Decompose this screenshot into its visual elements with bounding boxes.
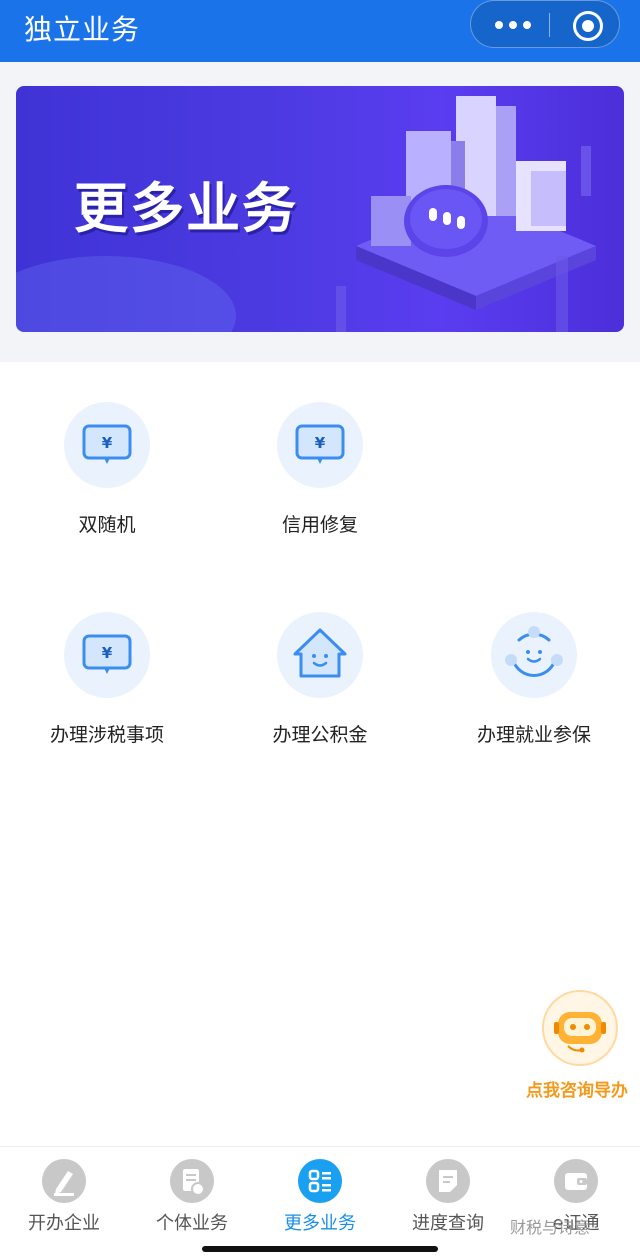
grid-item-employment-insurance[interactable]: 办理就业参保 [427, 610, 640, 760]
wallet-icon [554, 1159, 598, 1203]
tab-progress-query[interactable]: 进度查询 [384, 1159, 512, 1239]
watermark: 财税与诗意 [510, 1218, 591, 1237]
home-indicator [202, 1246, 438, 1252]
grid-item-label: 办理就业参保 [476, 724, 591, 746]
pen-icon [42, 1159, 86, 1203]
mini-program-capsule [470, 0, 620, 48]
robot-icon [542, 990, 618, 1066]
banner[interactable]: 更多业务 [16, 86, 624, 332]
consult-guide-button[interactable]: 点我咨询导办 [520, 990, 640, 1101]
tab-label: 更多业务 [284, 1213, 356, 1234]
capsule-divider [549, 13, 550, 37]
more-options-icon[interactable] [491, 15, 551, 35]
yuan-message-icon: ¥ [64, 612, 150, 698]
tab-label: 进度查询 [412, 1213, 484, 1234]
tab-individual-business[interactable]: 个体业务 [128, 1159, 256, 1239]
svg-text:¥: ¥ [315, 434, 326, 452]
document-icon [170, 1159, 214, 1203]
smile-dots-icon [491, 612, 577, 698]
grid-item-label: 信用修复 [281, 514, 358, 536]
banner-glow [16, 256, 236, 332]
banner-section: 更多业务 [0, 62, 640, 362]
yuan-message-icon: ¥ [277, 402, 363, 488]
yuan-message-icon: ¥ [64, 402, 150, 488]
tab-label: 开办企业 [28, 1213, 100, 1234]
note-icon [426, 1159, 470, 1203]
house-smile-icon [277, 612, 363, 698]
grid-item-credit-repair[interactable]: ¥ 信用修复 [213, 400, 426, 550]
grid-item-double-random[interactable]: ¥ 双随机 [0, 400, 213, 550]
grid-icon [298, 1159, 342, 1203]
grid-item-label: 办理涉税事项 [49, 724, 164, 746]
banner-title: 更多业务 [74, 177, 298, 240]
tab-label: 个体业务 [156, 1213, 228, 1234]
tab-more-business[interactable]: 更多业务 [256, 1159, 384, 1239]
grid-item-label: 双随机 [78, 514, 136, 536]
page-title: 独立业务 [24, 13, 141, 46]
grid-item-housing-fund[interactable]: 办理公积金 [213, 610, 426, 760]
bottom-tab-bar: 开办企业 个体业务 更多业务 进度查询 e证通 [0, 1146, 640, 1256]
city-illustration [336, 96, 596, 332]
consult-guide-label: 点我咨询导办 [526, 1081, 628, 1101]
svg-text:¥: ¥ [102, 644, 113, 662]
grid-item-label: 办理公积金 [272, 724, 368, 746]
svg-text:¥: ¥ [102, 434, 113, 452]
grid-item-tax-matters[interactable]: ¥ 办理涉税事项 [0, 610, 213, 760]
close-target-icon[interactable] [573, 11, 603, 41]
tab-start-business[interactable]: 开办企业 [0, 1159, 128, 1239]
top-bar: 独立业务 [0, 0, 640, 62]
